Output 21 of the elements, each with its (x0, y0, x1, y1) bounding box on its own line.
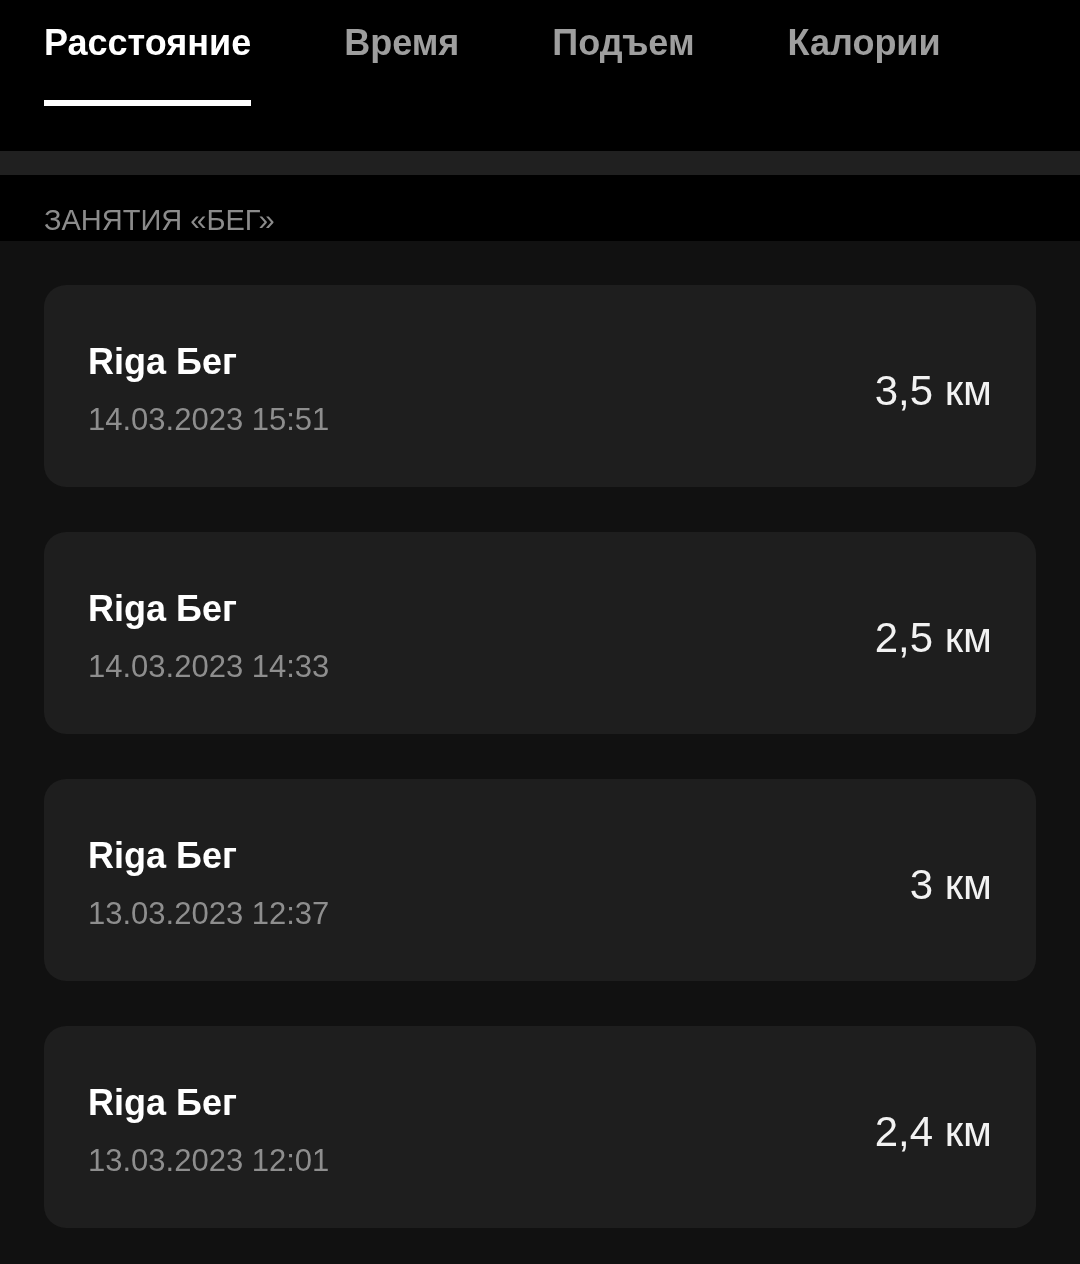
tab[interactable]: Калории (787, 20, 941, 106)
activity-card[interactable]: Riga Бег 14.03.2023 14:33 2,5 км (44, 532, 1036, 734)
activity-datetime: 13.03.2023 12:01 (88, 1142, 330, 1180)
tab[interactable]: Расстояние (44, 20, 252, 106)
activity-distance: 3,5 км (874, 366, 992, 416)
activity-datetime: 13.03.2023 12:37 (88, 895, 330, 933)
activity-datetime: 14.03.2023 14:33 (88, 648, 330, 686)
activity-card[interactable]: Riga Бег 14.03.2023 15:51 3,5 км (44, 285, 1036, 487)
section-title: ЗАНЯТИЯ «БЕГ» (44, 203, 275, 238)
activity-datetime: 14.03.2023 15:51 (88, 401, 330, 439)
activity-title: Riga Бег (88, 587, 238, 631)
activity-card[interactable]: Riga Бег 13.03.2023 12:01 2,4 км (44, 1026, 1036, 1228)
tab[interactable]: Подъем (552, 20, 695, 106)
activity-distance: 2,5 км (874, 613, 992, 663)
activity-title: Riga Бег (88, 834, 238, 878)
activity-title: Riga Бег (88, 340, 238, 384)
tab[interactable]: Время (344, 20, 460, 106)
activity-card[interactable]: Riga Бег 13.03.2023 12:37 3 км (44, 779, 1036, 981)
activity-distance: 2,4 км (874, 1107, 992, 1157)
activity-title: Riga Бег (88, 1081, 238, 1125)
activity-distance: 3 км (909, 860, 992, 910)
